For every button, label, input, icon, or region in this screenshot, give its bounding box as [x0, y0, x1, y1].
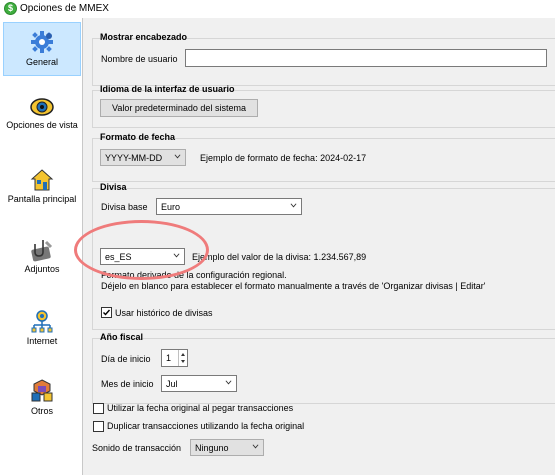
derived-format-note: Formato derivado de la configuración reg…: [101, 270, 287, 280]
language-group: Idioma de la interfaz de usuario Valor p…: [92, 84, 555, 128]
sidebar-item-label: Opciones de vista: [6, 120, 78, 130]
use-original-date-checkbox[interactable]: [93, 403, 104, 414]
currency-history-checkbox[interactable]: [101, 307, 112, 318]
home-icon: [30, 169, 54, 191]
spin-down-icon[interactable]: [179, 358, 187, 366]
checkmark-icon: [103, 309, 111, 316]
transaction-sound-label: Sonido de transacción: [92, 443, 182, 453]
sidebar-item-view-options[interactable]: Opciones de vista: [3, 96, 81, 152]
start-day-spinner[interactable]: 1: [161, 349, 188, 367]
sidebar-item-label: Otros: [30, 406, 53, 416]
settings-panel: Mostrar encabezado Nombre de usuario Idi…: [84, 18, 555, 475]
group-title: Idioma de la interfaz de usuario: [100, 84, 235, 94]
sidebar-item-attachments[interactable]: Adjuntos: [3, 238, 81, 284]
sidebar-item-label: General: [25, 57, 59, 67]
window-title: Opciones de MMEX: [20, 3, 109, 14]
chevron-down-icon: [174, 154, 181, 159]
title-bar: $ Opciones de MMEX: [0, 0, 555, 18]
date-format-example: Ejemplo de formato de fecha: 2024-02-17: [200, 153, 367, 163]
username-input[interactable]: [185, 49, 547, 67]
gear-icon: [31, 31, 53, 53]
duplicate-original-date-checkbox[interactable]: [93, 421, 104, 432]
start-month-label: Mes de inicio: [101, 379, 154, 389]
transaction-sound-select[interactable]: Ninguno: [190, 439, 264, 456]
sidebar-item-general[interactable]: General: [3, 22, 81, 76]
currency-history-label: Usar histórico de divisas: [115, 308, 213, 318]
manual-format-hint: Déjelo en blanco para establecer el form…: [101, 281, 486, 291]
base-currency-select[interactable]: Euro: [156, 198, 302, 215]
sidebar-item-others[interactable]: Otros: [3, 378, 81, 424]
duplicate-original-date-label: Duplicar transacciones utilizando la fec…: [107, 421, 305, 431]
chevron-down-icon: [173, 253, 180, 258]
base-currency-label: Divisa base: [101, 202, 148, 212]
group-title: Formato de fecha: [100, 132, 176, 142]
chevron-down-icon: [252, 444, 259, 449]
group-title: Divisa: [100, 182, 127, 192]
chevron-down-icon: [290, 203, 297, 208]
system-default-language-button[interactable]: Valor predeterminado del sistema: [100, 99, 258, 117]
sidebar: General Opciones de vista Pantalla princ…: [0, 18, 83, 475]
spin-up-icon[interactable]: [179, 350, 187, 358]
sidebar-item-label: Internet: [26, 336, 58, 346]
fiscal-year-group: Año fiscal Día de inicio 1 Mes de inicio…: [92, 332, 555, 404]
eye-icon: [30, 98, 54, 116]
header-group: Mostrar encabezado Nombre de usuario: [92, 32, 555, 88]
use-original-date-label: Utilizar la fecha original al pegar tran…: [107, 403, 294, 413]
sidebar-item-home-screen[interactable]: Pantalla principal: [3, 168, 81, 224]
locale-select[interactable]: es_ES: [100, 248, 185, 265]
cubes-icon: [31, 379, 53, 402]
date-format-group: Formato de fecha YYYY-MM-DD Ejemplo de f…: [92, 132, 555, 182]
chevron-down-icon: [225, 380, 232, 385]
sidebar-item-label: Adjuntos: [24, 264, 60, 274]
sidebar-item-label: Pantalla principal: [7, 194, 77, 204]
sidebar-item-internet[interactable]: Internet: [3, 308, 81, 354]
currency-group: Divisa Divisa base Euro es_ES Ejemplo de…: [92, 182, 555, 332]
start-month-select[interactable]: Jul: [161, 375, 237, 392]
app-logo-icon: $: [4, 2, 17, 15]
group-title: Mostrar encabezado: [100, 32, 188, 42]
currency-example: Ejemplo del valor de la divisa: 1.234.56…: [192, 252, 367, 262]
date-format-select[interactable]: YYYY-MM-DD: [100, 149, 186, 166]
start-day-label: Día de inicio: [101, 354, 151, 364]
group-title: Año fiscal: [100, 332, 144, 342]
username-label: Nombre de usuario: [101, 54, 178, 64]
paperclip-icon: [31, 240, 53, 262]
network-icon: [31, 310, 53, 333]
